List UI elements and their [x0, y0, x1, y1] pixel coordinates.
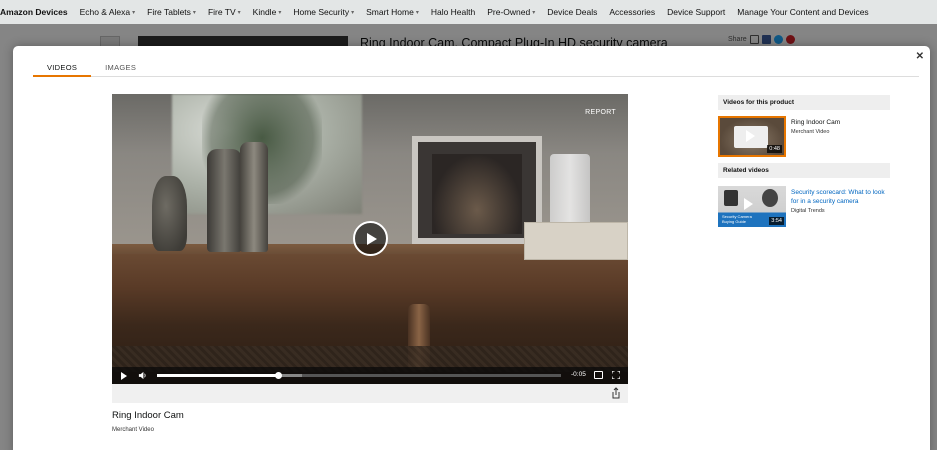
video-list-title[interactable]: Ring Indoor Cam	[791, 118, 890, 127]
volume-icon[interactable]	[138, 371, 147, 380]
captions-icon[interactable]	[594, 371, 603, 379]
player-controls: -0:05	[112, 367, 628, 384]
chevron-down-icon: ▾	[278, 9, 282, 16]
progress-played	[157, 374, 279, 377]
video-list-source: Digital Trends	[791, 208, 825, 214]
chevron-down-icon: ▾	[132, 9, 136, 16]
nav-item-fire-tablets[interactable]: Fire Tablets ▾	[147, 7, 196, 17]
video-title: Ring Indoor Cam	[112, 410, 184, 421]
report-button[interactable]: REPORT	[585, 109, 616, 116]
chevron-down-icon: ▾	[351, 9, 355, 16]
chevron-down-icon: ▾	[415, 9, 419, 16]
share-icon[interactable]	[610, 387, 622, 399]
nav-item-manage-content[interactable]: Manage Your Content and Devices	[737, 7, 868, 17]
related-videos-header: Related videos	[718, 163, 890, 178]
video-list-source: Merchant Video	[791, 129, 830, 135]
nav-item-fire-tv[interactable]: Fire TV ▾	[208, 7, 241, 17]
video-frame-tray	[524, 222, 628, 260]
nav-item-pre-owned[interactable]: Pre-Owned ▾	[487, 7, 535, 17]
video-list-item[interactable]: 0:48 Ring Indoor Cam Merchant Video	[718, 116, 890, 158]
thumbnail-camera	[762, 189, 778, 207]
video-duration: 3:54	[769, 217, 784, 225]
video-frame-fire	[432, 154, 522, 234]
play-icon[interactable]	[121, 371, 127, 380]
progress-bar[interactable]	[157, 372, 561, 379]
time-remaining: -0:05	[571, 371, 586, 378]
video-frame-vase	[207, 149, 242, 252]
chevron-down-icon: ▾	[237, 9, 241, 16]
video-list-item[interactable]: Security Camera Buying Guide 3:54 Securi…	[718, 186, 890, 228]
nav-item-accessories[interactable]: Accessories	[609, 7, 655, 17]
nav-item-kindle[interactable]: Kindle ▾	[253, 7, 282, 17]
thumbnail-camera	[724, 190, 738, 206]
video-frame-vase	[240, 142, 268, 252]
nav-item-device-support[interactable]: Device Support	[667, 7, 725, 17]
player-toolbar	[112, 384, 628, 403]
video-source: Merchant Video	[112, 427, 154, 433]
nav-item-halo-health[interactable]: Halo Health	[431, 7, 475, 17]
fullscreen-icon[interactable]	[612, 371, 620, 379]
video-frame-vase	[152, 176, 187, 251]
nav-item-home-security[interactable]: Home Security ▾	[293, 7, 354, 17]
media-tabs: VIDEOS IMAGES	[33, 60, 919, 77]
video-thumbnail[interactable]: Security Camera Buying Guide 3:54	[718, 186, 786, 227]
nav-item-device-deals[interactable]: Device Deals	[547, 7, 597, 17]
nav-item-smart-home[interactable]: Smart Home ▾	[366, 7, 419, 17]
product-videos-header: Videos for this product	[718, 95, 890, 110]
video-player[interactable]: REPORT -0:05	[112, 94, 628, 384]
play-icon	[367, 232, 377, 245]
tab-images[interactable]: IMAGES	[91, 60, 150, 77]
nav-brand[interactable]: Amazon Devices	[0, 7, 68, 17]
play-icon	[746, 130, 755, 142]
top-nav: Amazon Devices Echo & Alexa ▾ Fire Tablet…	[0, 0, 937, 24]
chevron-down-icon: ▾	[192, 9, 196, 16]
chevron-down-icon: ▾	[532, 9, 536, 16]
tab-videos[interactable]: VIDEOS	[33, 60, 92, 77]
media-modal: ✕ VIDEOS IMAGES REPORT -0:05 Ring Indoor…	[13, 46, 930, 450]
video-list-title[interactable]: Security scorecard: What to look for in …	[791, 188, 890, 206]
big-play-button[interactable]	[353, 221, 388, 256]
play-icon	[744, 198, 753, 210]
thumbnail-caption: Security Camera Buying Guide	[722, 214, 752, 224]
video-duration: 0:48	[767, 145, 782, 153]
nav-item-echo[interactable]: Echo & Alexa ▾	[80, 7, 136, 17]
progress-knob[interactable]	[275, 372, 283, 379]
video-thumbnail[interactable]: 0:48	[718, 116, 786, 157]
